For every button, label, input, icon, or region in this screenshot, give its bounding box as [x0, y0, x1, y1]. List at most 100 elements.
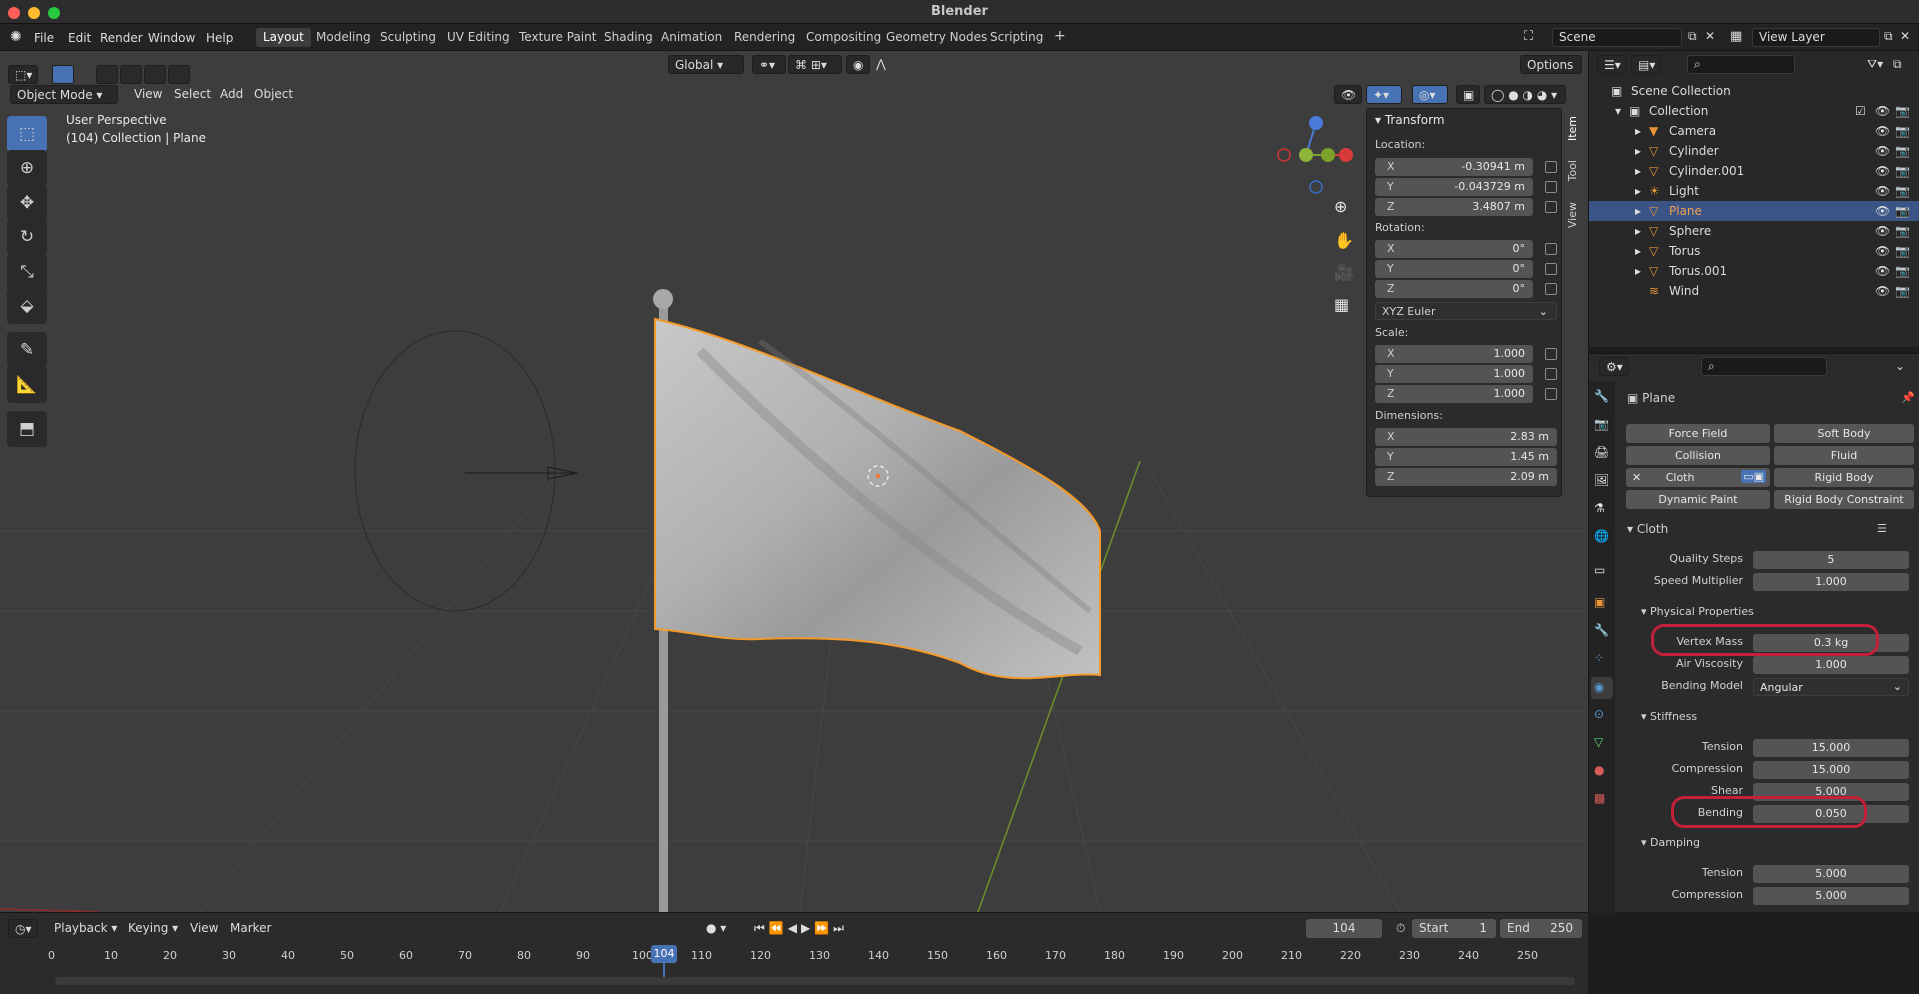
xray-toggle-icon[interactable]: ▣ — [1456, 85, 1480, 104]
chevron-down-icon[interactable]: ⌄ — [1895, 359, 1905, 373]
stiffness-header[interactable]: ▾ Stiffness — [1641, 710, 1697, 723]
render-camera-icon[interactable]: 📷 — [1895, 164, 1910, 178]
tool-tab-icon[interactable]: 🔧 — [1594, 389, 1609, 403]
damping-tension-field[interactable]: 5.000 — [1753, 865, 1909, 883]
tab-tool[interactable]: Tool — [1566, 160, 1579, 181]
rotation-z-field[interactable]: Z 0° — [1375, 280, 1557, 298]
add-cube-tool-icon[interactable]: ⬒ — [7, 411, 47, 447]
measure-tool-icon[interactable]: 📐 — [7, 367, 47, 403]
select-invert-icon[interactable] — [168, 65, 190, 84]
lock-icon[interactable] — [1545, 161, 1557, 173]
tab-modeling[interactable]: Modeling — [309, 28, 378, 47]
lock-icon[interactable] — [1545, 201, 1557, 213]
lock-icon[interactable] — [1545, 348, 1557, 360]
visibility-eye-icon[interactable]: 👁 — [1875, 184, 1890, 198]
constraints-tab-icon[interactable]: ⊙ — [1594, 707, 1604, 721]
view-layer-tab-icon[interactable]: 🖼 — [1594, 473, 1609, 487]
tab-texture-paint[interactable]: Texture Paint — [512, 28, 603, 47]
visibility-eye-icon[interactable]: 👁 — [1875, 284, 1890, 298]
output-tab-icon[interactable]: 🖨 — [1594, 445, 1609, 459]
blender-logo-icon[interactable]: ✺ — [10, 29, 22, 45]
world-tab-icon[interactable]: 🌐 — [1594, 529, 1609, 543]
cloth-remove-button[interactable]: ✕ Cloth ▭▣ — [1626, 468, 1770, 487]
visibility-eye-icon[interactable]: 👁 — [1875, 164, 1890, 178]
physical-properties-header[interactable]: ▾ Physical Properties — [1641, 605, 1754, 618]
editor-type-button[interactable]: ⬚▾ — [8, 65, 38, 84]
menu-render[interactable]: Render — [100, 31, 143, 45]
render-camera-icon[interactable]: 📷 — [1895, 124, 1910, 138]
pin-icon[interactable]: 📌 — [1901, 391, 1915, 404]
dimensions-z-field[interactable]: Z 2.09 m — [1375, 468, 1557, 486]
select-subtract-icon[interactable] — [144, 65, 166, 84]
outliner-row-sphere[interactable]: ▸ ▽ Sphere 👁 📷 — [1589, 221, 1919, 241]
outliner-row-torus-001[interactable]: ▸ ▽ Torus.001 👁 📷 — [1589, 261, 1919, 281]
rigid-body-constraint-button[interactable]: Rigid Body Constraint — [1774, 490, 1914, 509]
camera-view-icon[interactable]: 🎥 — [1334, 263, 1354, 282]
soft-body-button[interactable]: Soft Body — [1774, 424, 1914, 443]
pan-hand-icon[interactable]: ✋ — [1334, 231, 1354, 250]
outliner-row-plane[interactable]: ▸ ▽ Plane 👁 📷 — [1589, 201, 1919, 221]
tab-animation[interactable]: Animation — [654, 28, 729, 47]
render-camera-icon[interactable]: 📷 — [1895, 284, 1910, 298]
new-view-layer-icon[interactable]: ⧉ — [1884, 29, 1893, 44]
visibility-eye-icon[interactable]: 👁 — [1875, 244, 1890, 258]
speed-multiplier-field[interactable]: 1.000 — [1753, 573, 1909, 591]
proportional-edit-icon[interactable]: ◉ — [846, 55, 870, 74]
delete-scene-icon[interactable]: ✕ — [1705, 29, 1715, 43]
snap-icon[interactable]: ⌘ ⊞▾ — [788, 55, 842, 74]
lock-icon[interactable] — [1545, 388, 1557, 400]
checkbox-icon[interactable]: ☑ — [1855, 104, 1866, 118]
menu-window[interactable]: Window — [148, 31, 195, 45]
menu-edit[interactable]: Edit — [68, 31, 91, 45]
visibility-eye-icon[interactable]: 👁 — [1875, 124, 1890, 138]
menu-help[interactable]: Help — [206, 31, 233, 45]
tab-item[interactable]: Item — [1566, 116, 1579, 141]
display-mode-icon[interactable]: ▤▾ — [1631, 55, 1661, 74]
select-extend-icon[interactable] — [120, 65, 142, 84]
outliner-row-light[interactable]: ▸ ☀ Light 👁 📷 — [1589, 181, 1919, 201]
properties-search-input[interactable]: ⌕ — [1701, 357, 1827, 376]
delete-view-layer-icon[interactable]: ✕ — [1900, 29, 1910, 43]
tab-layout[interactable]: Layout — [256, 28, 311, 47]
viewport-menu-select[interactable]: Select — [168, 85, 217, 104]
stiffness-tension-field[interactable]: 15.000 — [1753, 739, 1909, 757]
lock-icon[interactable] — [1545, 263, 1557, 275]
location-z-field[interactable]: Z 3.4807 m — [1375, 198, 1557, 216]
render-camera-icon[interactable]: 📷 — [1895, 144, 1910, 158]
falloff-icon[interactable]: ⋀ — [870, 55, 894, 74]
3d-viewport[interactable]: ⬚▾ Global ▾ ⚭▾ ⌘ ⊞▾ ◉ ⋀ Options Object M… — [0, 51, 1588, 912]
viewport-display-toggle-icon[interactable]: ▭▣ — [1741, 470, 1766, 483]
rotate-tool-icon[interactable]: ↻ — [7, 219, 47, 255]
render-camera-icon[interactable]: 📷 — [1895, 264, 1910, 278]
object-tab-icon[interactable]: ▣ — [1594, 595, 1605, 609]
transform-orientation-select[interactable]: Global ▾ — [668, 55, 744, 74]
timeline-scrollbar[interactable] — [55, 977, 1575, 985]
transform-tool-icon[interactable]: ⬙ — [7, 288, 47, 324]
outliner-editor-type-icon[interactable]: ☰▾ — [1597, 55, 1627, 74]
location-x-field[interactable]: X -0.30941 m — [1375, 158, 1557, 176]
rotation-x-field[interactable]: X 0° — [1375, 240, 1557, 258]
data-tab-icon[interactable]: ▽ — [1594, 735, 1603, 749]
annotate-tool-icon[interactable]: ✎ — [7, 332, 47, 368]
collection-tab-icon[interactable]: ▭ — [1594, 563, 1605, 577]
frame-ruler[interactable]: 0 10 20 30 40 50 60 70 80 90 100 110 120 130 140 150 160… — [0, 913, 1588, 983]
tab-view[interactable]: View — [1566, 202, 1579, 228]
scene-field[interactable]: Scene — [1552, 28, 1682, 47]
rotation-y-field[interactable]: Y 0° — [1375, 260, 1557, 278]
render-camera-icon[interactable]: 📷 — [1895, 104, 1910, 118]
dynamic-paint-button[interactable]: Dynamic Paint — [1626, 490, 1770, 509]
new-scene-icon[interactable]: ⧉ — [1688, 29, 1697, 44]
lock-icon[interactable] — [1545, 283, 1557, 295]
force-field-button[interactable]: Force Field — [1626, 424, 1770, 443]
visibility-eye-icon[interactable]: 👁 — [1875, 264, 1890, 278]
viewport-menu-object[interactable]: Object — [248, 85, 299, 104]
visibility-eye-icon[interactable]: 👁 — [1875, 144, 1890, 158]
collision-button[interactable]: Collision — [1626, 446, 1770, 465]
air-viscosity-field[interactable]: 1.000 — [1753, 656, 1909, 674]
properties-editor-type-icon[interactable]: ⚙▾ — [1599, 357, 1629, 376]
presets-list-icon[interactable]: ☰ — [1877, 522, 1887, 535]
pivot-point-icon[interactable]: ⚭▾ — [752, 55, 786, 74]
view-layer-field[interactable]: View Layer — [1752, 28, 1880, 47]
scene-tab-icon[interactable]: ⚗ — [1594, 501, 1605, 515]
options-button[interactable]: Options — [1520, 55, 1582, 74]
